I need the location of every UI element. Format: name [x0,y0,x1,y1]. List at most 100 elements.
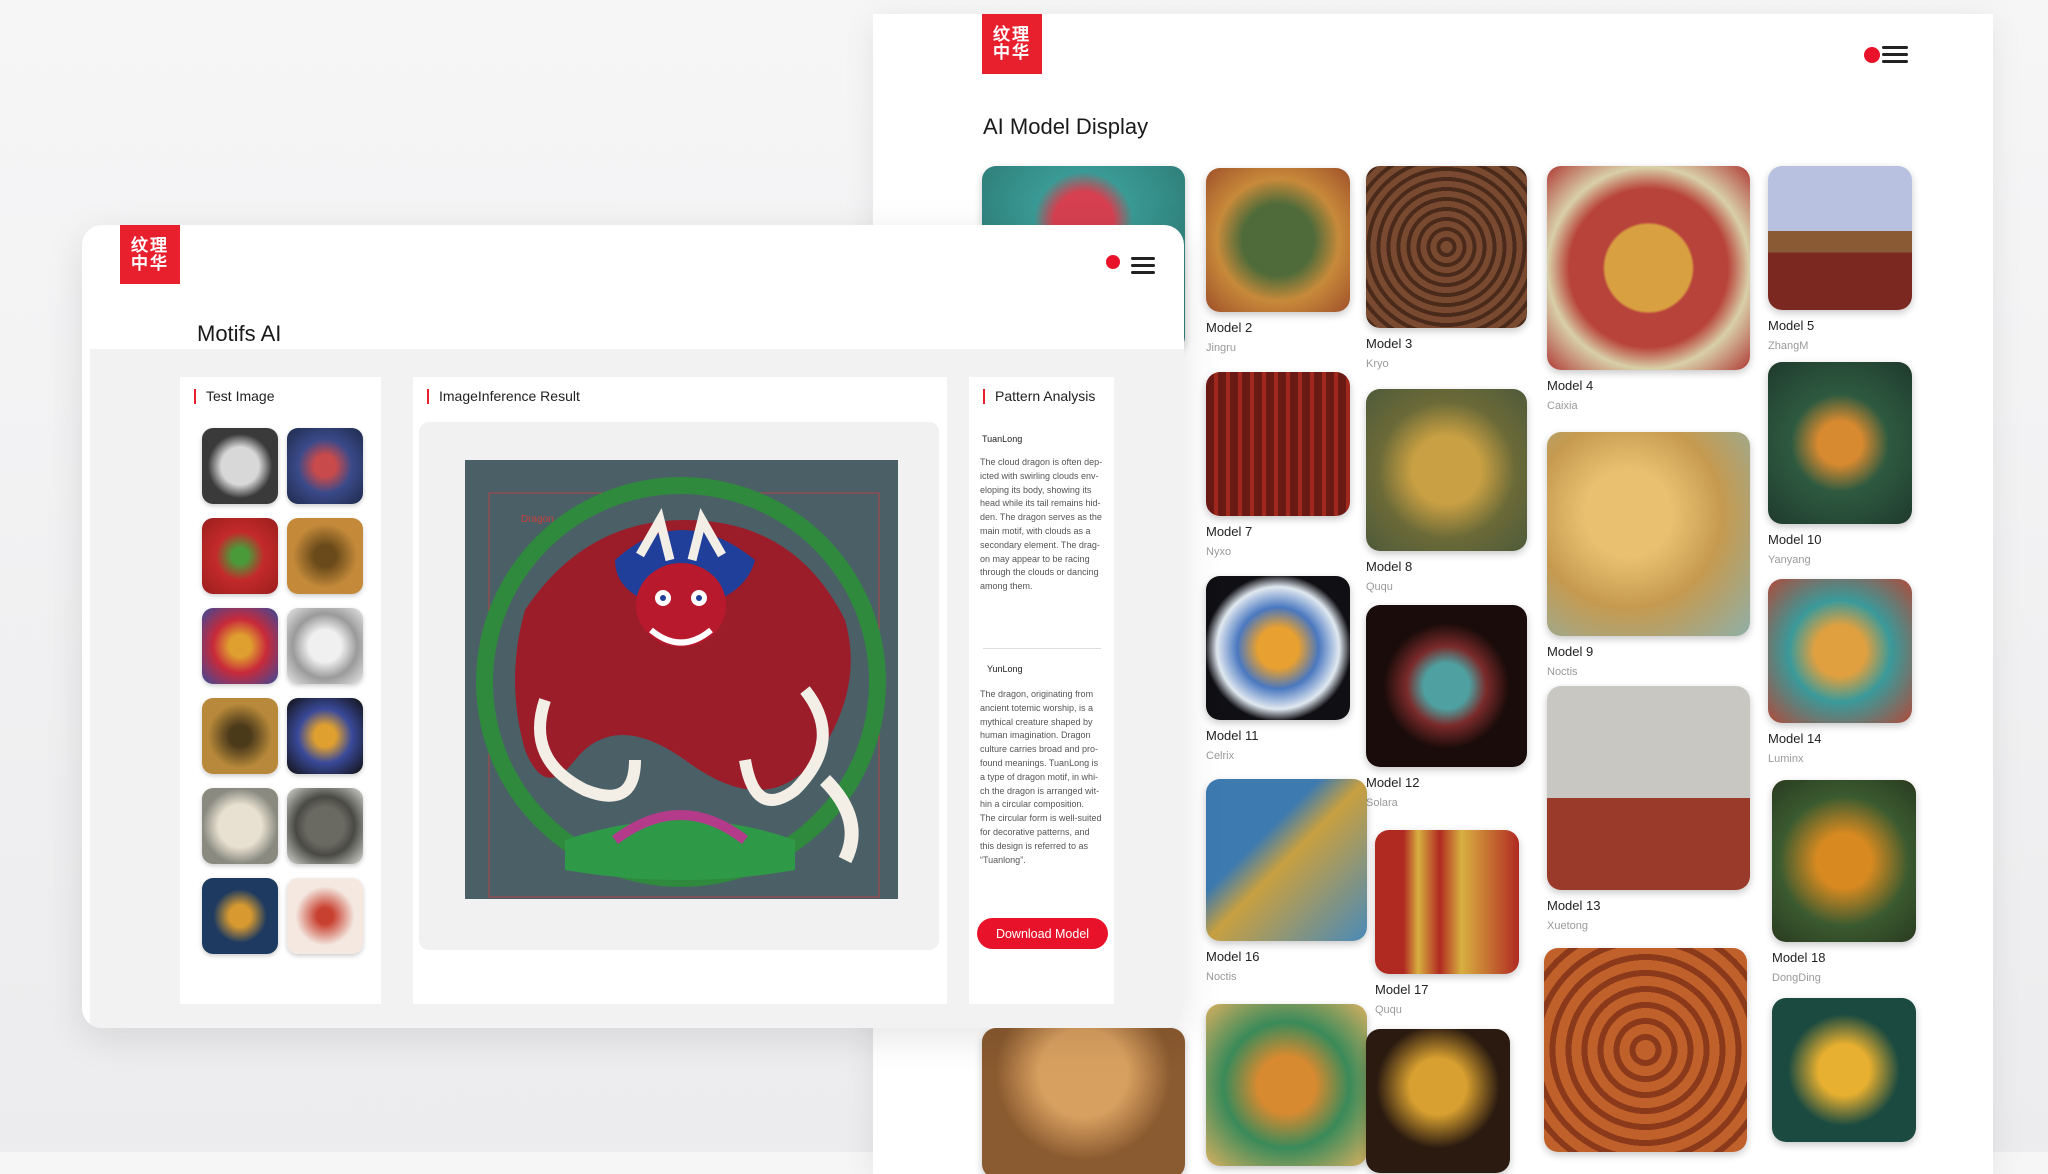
analysis-line: ch the dragon is arranged wit- [980,785,1100,796]
model-thumbnail[interactable] [1206,1004,1367,1166]
model-name: Model 3 [1366,336,1413,351]
model-card[interactable]: Model 7 Nyxo [1206,372,1350,558]
model-thumbnail[interactable] [1206,576,1350,720]
model-thumbnail[interactable] [1768,362,1912,524]
analysis-line: among them. [980,581,1033,592]
hamburger-menu-icon[interactable] [1882,46,1908,64]
model-thumbnail[interactable] [1375,830,1519,974]
model-thumbnail[interactable] [1366,166,1527,328]
test-image-thumbnail[interactable] [287,878,363,954]
model-name: Model 5 [1768,318,1815,333]
model-name: Model 17 [1375,982,1429,997]
model-card[interactable]: Model 4 Caixia [1547,166,1750,412]
model-thumbnail[interactable] [1768,166,1912,310]
model-card[interactable]: Model 3 Kryo [1366,166,1527,370]
model-author: Solara [1366,797,1398,809]
model-card[interactable] [1544,948,1747,1152]
motifs-ai-window: 纹理中华 Motifs AI Test Image ImageInference… [82,225,1184,1028]
model-card[interactable] [1206,1004,1367,1166]
analysis-line: eloping its body, showing its [980,484,1092,495]
model-author: Ququ [1375,1004,1402,1016]
model-card[interactable]: Model 17 Ququ [1375,830,1519,1016]
model-card[interactable]: Model 18 DongDing [1772,780,1916,984]
analysis-line: The cloud dragon is often dep- [980,457,1103,467]
panel-title: Test Image [194,389,274,404]
model-thumbnail[interactable] [1547,686,1750,890]
model-card[interactable] [1366,1029,1510,1173]
test-image-thumbnail[interactable] [202,698,278,774]
analysis-line: head while its tail remains hid- [980,498,1101,509]
model-author: ZhangM [1768,340,1809,352]
analysis-line: human imagination. Dragon [980,730,1091,741]
model-author: Yanyang [1768,554,1811,566]
model-thumbnail[interactable] [1772,998,1916,1142]
model-name: Model 8 [1366,559,1413,574]
hamburger-menu-icon[interactable] [1131,257,1155,275]
analysis-line: for decorative patterns, and [980,826,1090,837]
model-thumbnail[interactable] [1206,168,1350,312]
pattern-analysis-panel: Pattern Analysis TuanLong The cloud drag… [969,377,1114,1004]
dragon-motif-image: Dragon [465,460,898,899]
analysis-line: a type of dragon motif, in whi- [980,771,1099,782]
test-image-thumbnail[interactable] [202,878,278,954]
model-thumbnail[interactable] [1206,779,1367,941]
test-image-thumbnail[interactable] [287,428,363,504]
model-card[interactable] [982,1028,1185,1174]
model-card[interactable]: Model 13 Xuetong [1547,686,1750,932]
analysis-line: The dragon, originating from [980,689,1094,699]
model-author: Luminx [1768,753,1804,765]
model-card[interactable]: Model 9 Noctis [1547,432,1750,678]
model-thumbnail[interactable] [1366,1029,1510,1173]
test-image-thumbnail[interactable] [287,608,363,684]
model-thumbnail[interactable] [1206,372,1350,516]
model-card[interactable] [1772,998,1916,1142]
brand-logo[interactable]: 纹理中华 [120,225,180,284]
analysis-line: ancient totemic worship, is a [980,702,1094,713]
analysis-label: TuanLong [982,434,1023,444]
test-image-thumbnail[interactable] [202,788,278,864]
model-thumbnail[interactable] [1366,605,1527,767]
model-name: Model 18 [1772,950,1826,965]
result-image: Dragon [465,460,898,899]
model-thumbnail[interactable] [1768,579,1912,723]
test-image-thumbnail[interactable] [202,428,278,504]
test-image-thumbnail[interactable] [287,518,363,594]
model-thumbnail[interactable] [1544,948,1747,1152]
model-name: Model 2 [1206,320,1253,335]
model-thumbnail[interactable] [1547,166,1750,370]
test-image-thumbnail[interactable] [287,698,363,774]
analysis-line: “Tuanlong”. [980,854,1026,865]
model-card[interactable]: Model 14 Luminx [1768,579,1912,765]
test-image-thumbnail[interactable] [202,518,278,594]
model-card[interactable]: Model 16 Noctis [1206,779,1367,983]
brand-logo[interactable]: 纹理中华 [982,14,1042,74]
model-name: Model 16 [1206,949,1260,964]
model-thumbnail[interactable] [1547,432,1750,636]
model-thumbnail[interactable] [982,1028,1185,1174]
model-author: Ququ [1366,581,1393,593]
model-card[interactable]: Model 11 Celrix [1206,576,1350,762]
model-thumbnail[interactable] [1366,389,1527,551]
model-name: Model 11 [1206,728,1259,743]
test-image-thumbnail[interactable] [287,788,363,864]
analysis-line: through the clouds or dancing [980,567,1099,578]
model-author: Celrix [1206,750,1235,762]
model-author: DongDing [1772,972,1821,984]
analysis-line: icted with swirling clouds env- [980,470,1099,481]
analysis-text: The dragon, originating from ancient tote… [980,688,1106,867]
red-dot-icon [1106,255,1120,269]
analysis-line: main motif, with clouds as a [980,525,1091,536]
model-name: Model 10 [1768,532,1822,547]
download-model-button[interactable]: Download Model [977,918,1108,949]
model-thumbnail[interactable] [1772,780,1916,942]
analysis-line: secondary element. The drag- [980,539,1100,550]
model-name: Model 12 [1366,775,1420,790]
model-author: Noctis [1206,971,1237,983]
analysis-line: on may appear to be racing [980,553,1090,564]
model-card[interactable]: Model 10 Yanyang [1768,362,1912,566]
model-card[interactable]: Model 12 Solara [1366,605,1527,809]
model-card[interactable]: Model 2 Jingru [1206,168,1350,354]
model-card[interactable]: Model 8 Ququ [1366,389,1527,593]
test-image-thumbnail[interactable] [202,608,278,684]
model-card[interactable]: Model 5 ZhangM [1768,166,1912,352]
